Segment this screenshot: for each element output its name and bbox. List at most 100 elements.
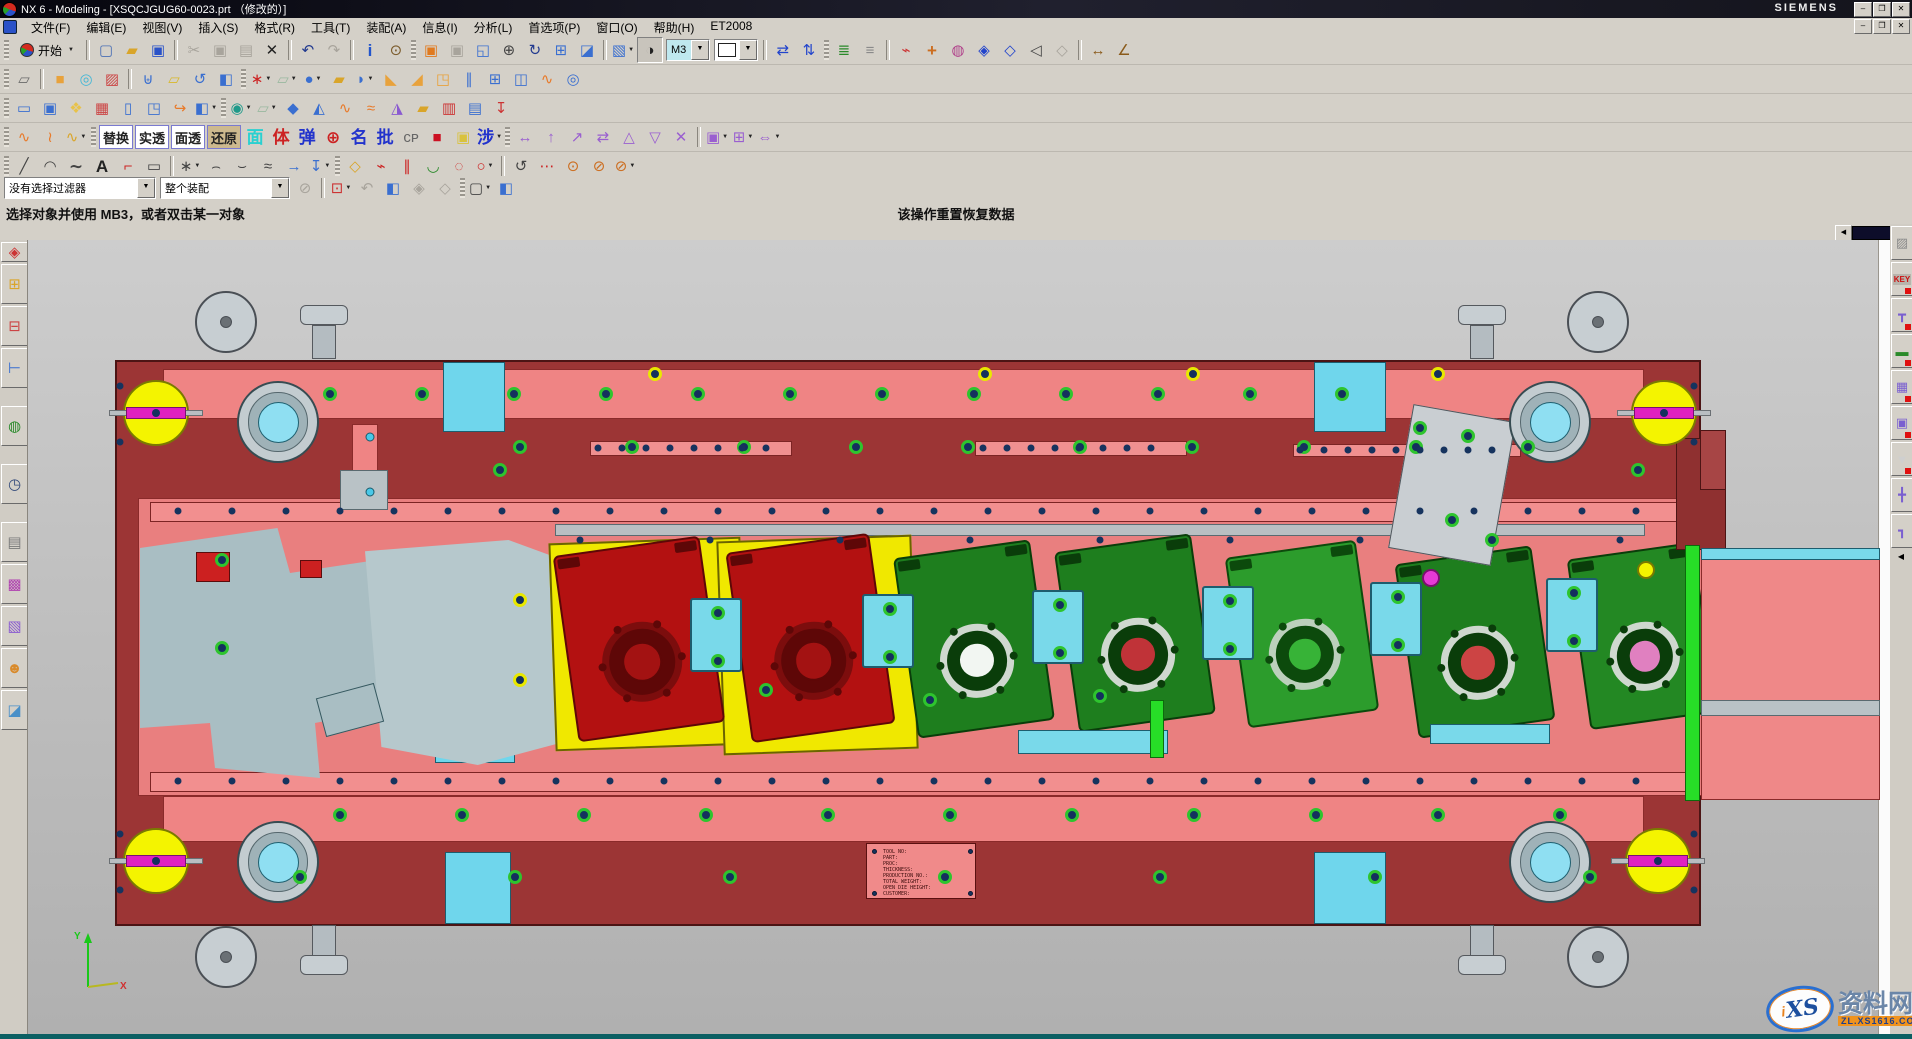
- section-plane-button[interactable]: ▱▼: [255, 96, 279, 120]
- toolbar-handle[interactable]: [4, 69, 9, 89]
- cylinder-button[interactable]: ◎: [74, 67, 98, 91]
- toolbar-handle[interactable]: [411, 40, 416, 60]
- open-file-button[interactable]: ▰: [120, 38, 144, 62]
- toolbar-handle[interactable]: [221, 98, 226, 118]
- zoom-in-out-button[interactable]: ⊕: [497, 38, 521, 62]
- wade-tool-button[interactable]: 涉▼: [477, 125, 502, 149]
- perspective-button[interactable]: ◪: [575, 38, 599, 62]
- mesh-surface-button[interactable]: ▦: [90, 96, 114, 120]
- restore-button[interactable]: 还原: [207, 125, 241, 149]
- sphere-button[interactable]: ●▼: [301, 67, 325, 91]
- reverse-blank-button[interactable]: ⇅: [797, 38, 821, 62]
- hook-sweep-button[interactable]: ↪: [168, 96, 192, 120]
- measure-angle-button[interactable]: ∠: [1112, 38, 1136, 62]
- delete-button[interactable]: ✕: [260, 38, 284, 62]
- mirror-feature-button[interactable]: ◫: [509, 67, 533, 91]
- trim-sheet-button[interactable]: ⌁: [369, 154, 393, 178]
- save-button[interactable]: ▣: [146, 38, 170, 62]
- menu-窗口O[interactable]: 窗口(O): [588, 18, 645, 37]
- solid-translucent-button[interactable]: 实透: [135, 125, 169, 149]
- hole-button[interactable]: ▨: [100, 67, 124, 91]
- divide-curve-button[interactable]: ≈: [256, 154, 280, 178]
- toolbar-handle[interactable]: [505, 127, 510, 147]
- fit-view-button[interactable]: ▣: [419, 38, 443, 62]
- menu-首选项P[interactable]: 首选项(P): [520, 18, 588, 37]
- menu-文件F[interactable]: 文件(F): [23, 18, 78, 37]
- toolbar-handle[interactable]: [4, 98, 9, 118]
- child-close-button[interactable]: ✕: [1892, 19, 1910, 34]
- trim-body-button[interactable]: ↧: [489, 96, 513, 120]
- spline-button[interactable]: ∼: [64, 154, 88, 178]
- offset-curve-button[interactable]: ∥: [395, 154, 419, 178]
- assembly-constraints-button[interactable]: ◧: [381, 176, 405, 200]
- system-materials-button[interactable]: ▤: [1, 522, 28, 562]
- helix-button[interactable]: ↺: [509, 154, 533, 178]
- styled-sweep-button[interactable]: ∿: [12, 125, 36, 149]
- roles-button[interactable]: ☻: [1, 648, 28, 688]
- plate-part-button[interactable]: ▣: [1891, 406, 1912, 440]
- face-translucent-button[interactable]: 面透: [171, 125, 205, 149]
- white-cube-tool-button[interactable]: ▣: [451, 125, 475, 149]
- rib-button[interactable]: ∥: [457, 67, 481, 91]
- toolbar-handle[interactable]: [460, 178, 465, 198]
- selection-scope-dropdown[interactable]: ▼: [271, 178, 289, 198]
- redo-button[interactable]: ↷: [322, 38, 346, 62]
- toolbar-handle[interactable]: [4, 156, 9, 176]
- project-curve-button[interactable]: ↧▼: [308, 154, 332, 178]
- menu-编辑E[interactable]: 编辑(E): [78, 18, 134, 37]
- solid-select-button[interactable]: ◧: [494, 176, 518, 200]
- offset-region-button[interactable]: ↗: [565, 125, 589, 149]
- information-button[interactable]: i: [358, 38, 382, 62]
- copy-button[interactable]: ▣: [208, 38, 232, 62]
- curve-length-button[interactable]: →: [282, 154, 306, 178]
- unlink-button[interactable]: ◇: [343, 154, 367, 178]
- elbow-part-button[interactable]: ┓: [1891, 514, 1912, 548]
- object-color-swatch[interactable]: ▼: [714, 39, 758, 61]
- hide-object-button[interactable]: ◇: [998, 38, 1022, 62]
- datum-plane-button[interactable]: ▱: [162, 67, 186, 91]
- child-minimize-button[interactable]: –: [1854, 19, 1872, 34]
- edge-blend-button[interactable]: ◗▼: [353, 67, 377, 91]
- toolbar-handle[interactable]: [4, 40, 9, 60]
- styled-blend-button[interactable]: ≀: [38, 125, 62, 149]
- menu-工具T[interactable]: 工具(T): [303, 18, 358, 37]
- dashed-circle-button[interactable]: ○▼: [473, 154, 497, 178]
- line-button[interactable]: ╱: [12, 154, 36, 178]
- section-curve-button[interactable]: ⊘: [587, 154, 611, 178]
- gallery-button[interactable]: ◪: [1, 690, 28, 730]
- menu-装配A[interactable]: 装配(A): [358, 18, 414, 37]
- boss-button[interactable]: ▰: [327, 67, 351, 91]
- body-tool-button[interactable]: 体: [269, 125, 293, 149]
- child-restore-button[interactable]: ❐: [1873, 19, 1891, 34]
- intersect-button[interactable]: ◉▼: [229, 96, 253, 120]
- selection-filter-dropdown[interactable]: ▼: [137, 178, 155, 198]
- menu-视图V[interactable]: 视图(V): [134, 18, 190, 37]
- wedge-button[interactable]: ◭: [307, 96, 331, 120]
- search-button[interactable]: ⊙: [384, 38, 408, 62]
- menu-信息I[interactable]: 信息(I): [414, 18, 465, 37]
- trim-corner-button[interactable]: ⌣: [230, 154, 254, 178]
- delete-blend-button[interactable]: △: [617, 125, 641, 149]
- layer-settings-button[interactable]: ≣: [832, 38, 856, 62]
- resource-tab-button[interactable]: ◈: [1, 242, 28, 262]
- plane-button[interactable]: ▱▼: [275, 67, 299, 91]
- hidden-objects-button[interactable]: ◇: [1050, 38, 1074, 62]
- copy-tool-button[interactable]: ᴄᴘ: [399, 125, 423, 149]
- show-and-hide-button[interactable]: ⇄: [771, 38, 795, 62]
- arc-button[interactable]: ◠: [38, 154, 62, 178]
- emboss-button[interactable]: ▣: [38, 96, 62, 120]
- rendering-style-button[interactable]: ◑: [637, 37, 663, 63]
- chamfer-button[interactable]: ◣: [379, 67, 403, 91]
- menu-帮助H[interactable]: 帮助(H): [646, 18, 703, 37]
- reference-set-combo-dropdown[interactable]: ▼: [691, 40, 709, 60]
- menu-格式R[interactable]: 格式(R): [246, 18, 303, 37]
- vent-button[interactable]: ❖: [64, 96, 88, 120]
- visualization-button[interactable]: ▩: [1, 564, 28, 604]
- move-face-button[interactable]: ↔: [513, 125, 537, 149]
- variational-sweep-button[interactable]: ≈: [359, 96, 383, 120]
- menu-分析L[interactable]: 分析(L): [466, 18, 521, 37]
- isoparametric-curve-button[interactable]: ⊘▼: [613, 154, 637, 178]
- history-button[interactable]: ◷: [1, 464, 28, 504]
- body-button[interactable]: ◧▼: [194, 96, 218, 120]
- pan-view-button[interactable]: ⊞: [549, 38, 573, 62]
